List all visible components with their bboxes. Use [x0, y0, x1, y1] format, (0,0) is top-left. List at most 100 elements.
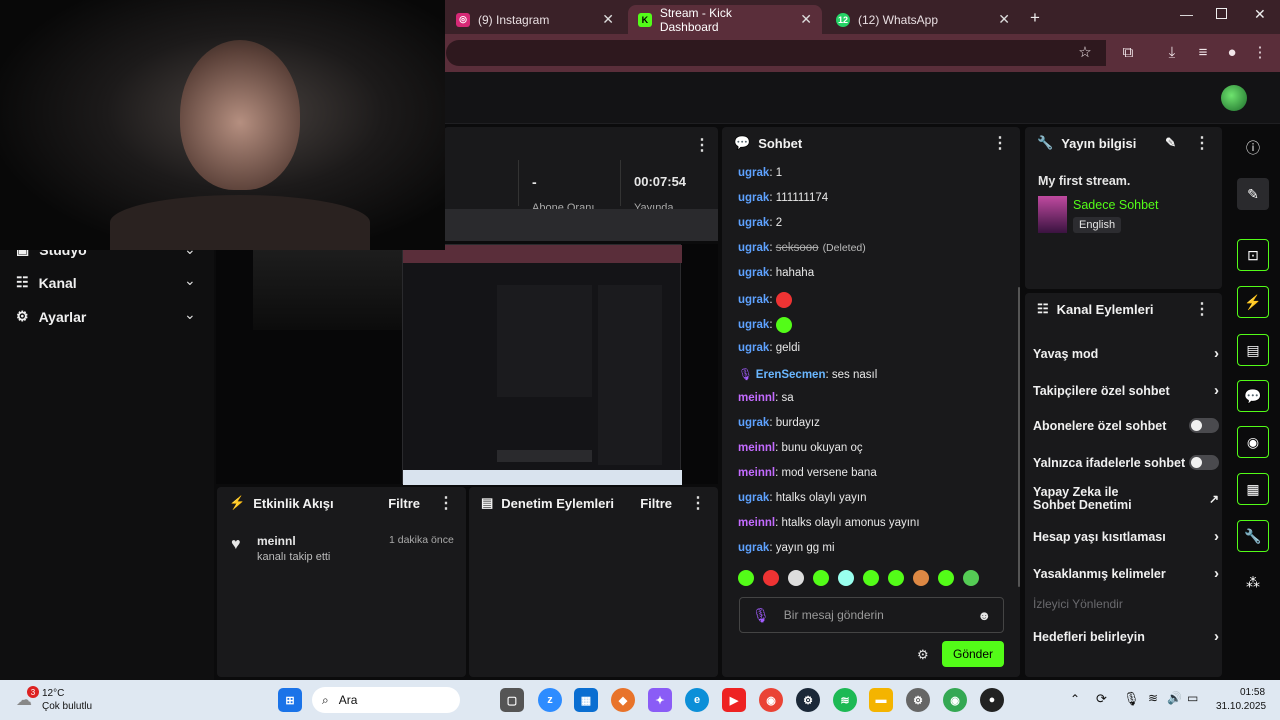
tab-instagram[interactable]: ◎ (9) Instagram ✕: [446, 5, 624, 34]
avatar[interactable]: [1221, 85, 1247, 111]
folder-icon[interactable]: ▬: [869, 688, 893, 712]
info-icon[interactable]: ⓘ: [1237, 132, 1269, 164]
download-icon[interactable]: ⤓: [1162, 42, 1182, 62]
clock-date[interactable]: 31.10.2025: [1216, 701, 1266, 712]
chevron-up-icon[interactable]: ⌃: [1070, 692, 1080, 706]
more-icon[interactable]: ⋮: [690, 493, 706, 513]
more-icon[interactable]: ⋮: [1194, 133, 1210, 153]
chat-username[interactable]: ugrak: [738, 167, 769, 179]
clock-time[interactable]: 01:58: [1240, 687, 1265, 698]
close-icon[interactable]: ✕: [998, 11, 1010, 28]
filter-button[interactable]: Filtre: [640, 496, 672, 511]
profile-icon[interactable]: ●: [1222, 42, 1242, 62]
task-view-icon[interactable]: ▢: [500, 688, 524, 712]
more-icon[interactable]: ⋮: [438, 493, 454, 513]
chat-username[interactable]: ugrak: [738, 267, 769, 279]
battery-icon[interactable]: ▭: [1187, 691, 1198, 705]
chat-username[interactable]: ugrak: [738, 542, 769, 554]
tab-kick-dashboard[interactable]: K Stream - Kick Dashboard ✕: [628, 5, 822, 34]
chat-username[interactable]: ugrak: [738, 417, 769, 429]
maximize-icon[interactable]: [1216, 8, 1227, 19]
chrome-icon[interactable]: ◉: [943, 688, 967, 712]
screenshot-icon[interactable]: ⊡: [1237, 239, 1269, 271]
edge-icon[interactable]: e: [685, 688, 709, 712]
chevron-down-icon[interactable]: ⌄: [184, 272, 196, 289]
action-followers-only[interactable]: Takipçilere özel sohbet ›: [1033, 382, 1219, 399]
zoom-icon[interactable]: z: [538, 688, 562, 712]
wifi-icon[interactable]: ≋: [1148, 691, 1158, 705]
layout-icon[interactable]: ▦: [1237, 473, 1269, 505]
sidebar-item-channel[interactable]: ☷ Kanal: [16, 274, 77, 291]
category-link[interactable]: Sadece Sohbet: [1073, 198, 1159, 212]
spotify-icon[interactable]: ≋: [833, 688, 857, 712]
emote-icon[interactable]: [938, 570, 954, 586]
sync-icon[interactable]: ⟳: [1096, 691, 1107, 707]
more-icon[interactable]: ⋮: [992, 133, 1008, 153]
chat-username[interactable]: ugrak: [738, 242, 769, 254]
settings-icon[interactable]: ⁂: [1237, 566, 1269, 598]
wrench-icon[interactable]: 🔧: [1237, 520, 1269, 552]
close-icon[interactable]: ✕: [602, 11, 614, 28]
emote-icon[interactable]: [888, 570, 904, 586]
more-icon[interactable]: ⋮: [1194, 299, 1210, 319]
edit-icon[interactable]: ✎: [1237, 178, 1269, 210]
settings-icon[interactable]: ⚙: [906, 688, 930, 712]
media-icon[interactable]: ≡: [1193, 42, 1213, 62]
more-icon[interactable]: ⋮: [694, 135, 710, 155]
toggle-switch[interactable]: [1189, 418, 1219, 433]
mic-icon[interactable]: 🎙: [752, 607, 770, 624]
emote-icon[interactable]: [838, 570, 854, 586]
scrollbar[interactable]: [1018, 287, 1020, 587]
chat-username[interactable]: ErenSecmen: [756, 369, 826, 381]
toggle-switch[interactable]: [1189, 455, 1219, 470]
send-button[interactable]: Gönder: [942, 641, 1004, 667]
mic-icon[interactable]: 🎙: [1123, 691, 1140, 707]
broadcast-icon[interactable]: ◉: [1237, 426, 1269, 458]
chat-bubble-icon[interactable]: 💬: [1237, 380, 1269, 412]
action-account-age[interactable]: Hesap yaşı kısıtlaması ›: [1033, 528, 1219, 545]
chat-username[interactable]: ugrak: [738, 294, 769, 306]
bolt-icon[interactable]: ⚡: [1237, 286, 1269, 318]
sidebar-item-settings[interactable]: ⚙ Ayarlar: [16, 308, 86, 325]
new-tab-button[interactable]: +: [1030, 8, 1040, 28]
menu-icon[interactable]: ⋮: [1250, 42, 1270, 62]
volume-icon[interactable]: 🔊: [1167, 691, 1182, 705]
action-slow-mode[interactable]: Yavaş mod ›: [1033, 345, 1219, 362]
chat-input[interactable]: 🎙 Bir mesaj gönderin ☻: [739, 597, 1004, 633]
emote-icon[interactable]: [963, 570, 979, 586]
star-icon[interactable]: ☆: [1075, 42, 1095, 62]
brave-icon[interactable]: ◆: [611, 688, 635, 712]
edit-icon[interactable]: ✎: [1165, 135, 1176, 151]
chat-username[interactable]: meinnl: [738, 517, 775, 529]
store-icon[interactable]: ▦: [574, 688, 598, 712]
youtube-icon[interactable]: ▶: [722, 688, 746, 712]
emote-icon[interactable]: [913, 570, 929, 586]
emote-icon[interactable]: [738, 570, 754, 586]
gear-icon[interactable]: ⚙: [917, 647, 929, 663]
chat-username[interactable]: meinnl: [738, 392, 775, 404]
emoji-picker-icon[interactable]: ☻: [977, 608, 991, 623]
close-window-icon[interactable]: ✕: [1254, 6, 1266, 23]
emote-icon[interactable]: [763, 570, 779, 586]
chat-username[interactable]: ugrak: [738, 319, 769, 331]
chat-username[interactable]: ugrak: [738, 217, 769, 229]
filter-button[interactable]: Filtre: [388, 496, 420, 511]
taskbar-search[interactable]: ⌕ Ara: [312, 687, 460, 713]
chrome-icon[interactable]: ◉: [759, 688, 783, 712]
document-icon[interactable]: ▤: [1237, 334, 1269, 366]
chat-username[interactable]: ugrak: [738, 492, 769, 504]
chat-username[interactable]: meinnl: [738, 467, 775, 479]
chevron-down-icon[interactable]: ⌄: [184, 306, 196, 323]
emote-icon[interactable]: [813, 570, 829, 586]
tab-whatsapp[interactable]: 12 (12) WhatsApp ✕: [826, 5, 1020, 34]
chat-username[interactable]: meinnl: [738, 442, 775, 454]
windows-start-icon[interactable]: ⊞: [278, 688, 302, 712]
action-ai-moderation[interactable]: Yapay Zeka ile Sohbet Denetimi ↗: [1033, 486, 1219, 512]
action-banned-words[interactable]: Yasaklanmış kelimeler ›: [1033, 565, 1219, 582]
chat-username[interactable]: ugrak: [738, 342, 769, 354]
minimize-icon[interactable]: —: [1180, 7, 1193, 22]
emote-icon[interactable]: [863, 570, 879, 586]
chat-username[interactable]: ugrak: [738, 192, 769, 204]
emote-icon[interactable]: [788, 570, 804, 586]
close-icon[interactable]: ✕: [800, 11, 812, 28]
